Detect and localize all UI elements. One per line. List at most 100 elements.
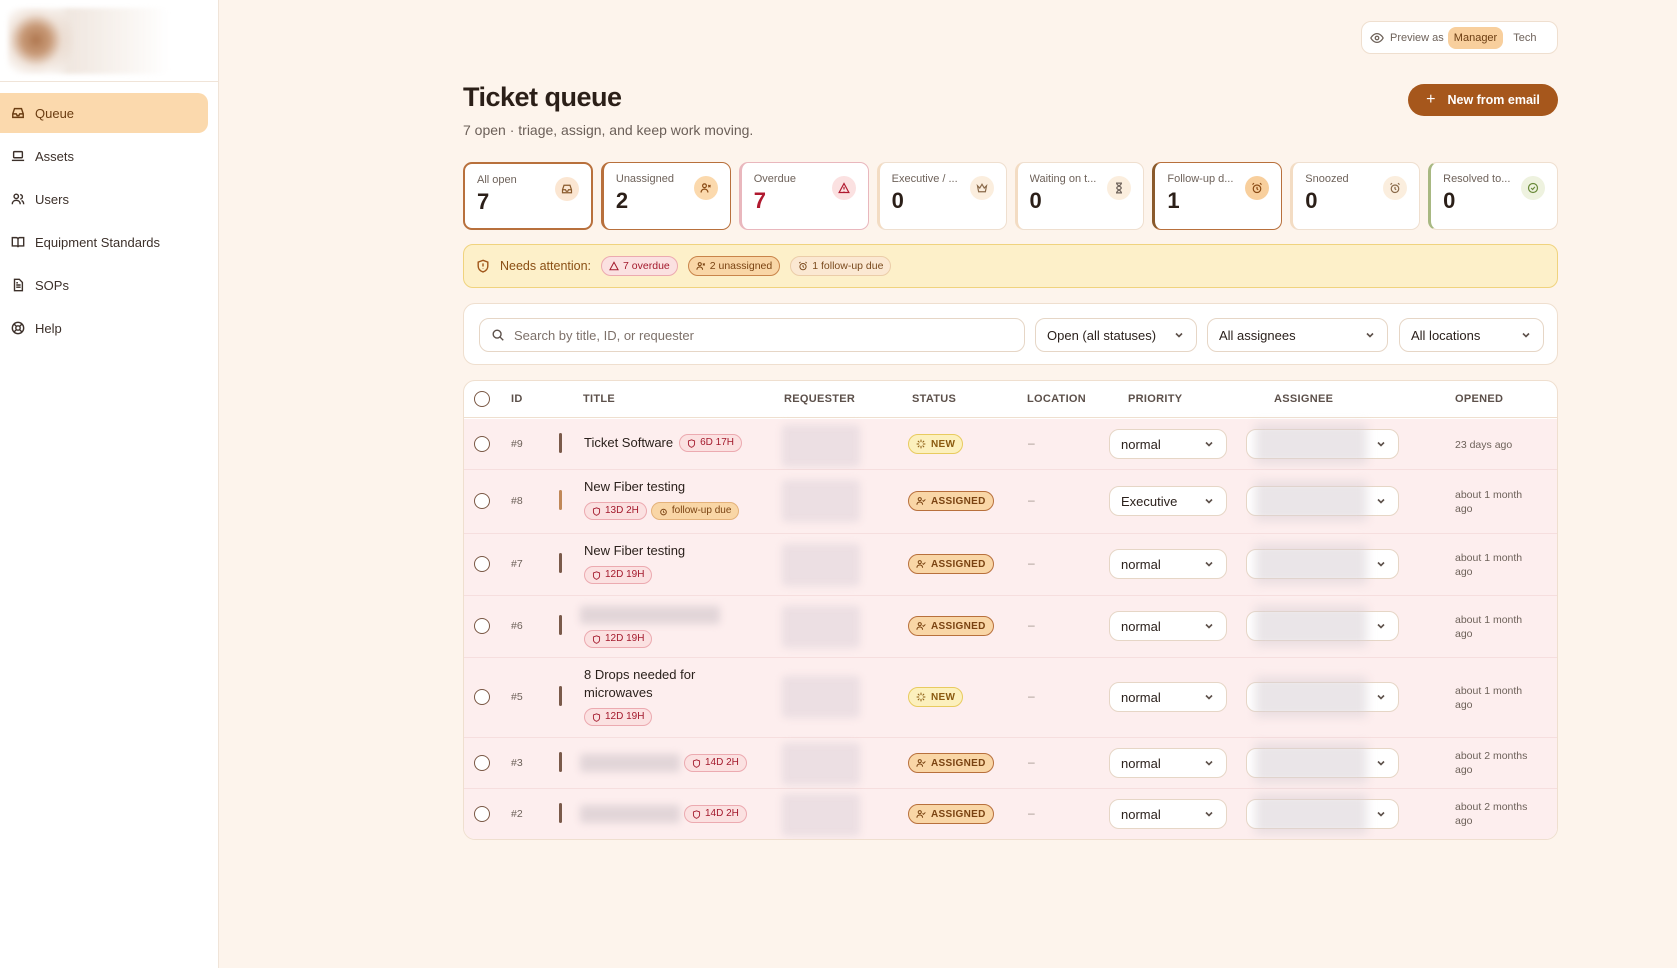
priority-select[interactable]: normal [1109,611,1227,641]
assignee-select[interactable] [1246,481,1399,521]
ticket-table: ID TITLE REQUESTER STATUS LOCATION PRIOR… [463,380,1558,840]
ticket-title-cell[interactable]: New Fiber testing 12D 19H [584,542,685,584]
column-header-status[interactable]: STATUS [912,393,956,405]
assignee-filter-select[interactable]: All assignees [1207,318,1388,352]
shield-icon [592,634,601,644]
row-checkbox[interactable] [474,689,490,705]
alert-triangle-icon [609,261,619,271]
status-badge: ASSIGNED [908,491,994,511]
stat-card-overdue[interactable]: Overdue 7 [738,162,869,230]
table-row[interactable]: #9 Ticket Software 6D 17H NEW – normal 2… [464,419,1557,470]
priority-select[interactable]: normal [1109,429,1227,459]
sidebar-item-help[interactable]: Help [0,308,208,348]
assignee-select[interactable] [1246,743,1399,783]
sidebar-item-label: Queue [35,105,75,121]
ticket-title-redacted[interactable] [580,754,680,772]
user-x-icon [696,262,705,270]
ticket-title-redacted[interactable] [580,805,680,823]
column-header-location[interactable]: LOCATION [1027,393,1086,405]
status-badge: NEW [908,434,964,454]
priority-select[interactable]: normal [1109,799,1227,829]
opened-time: 23 days ago [1455,439,1513,451]
assignee-select[interactable] [1246,794,1399,834]
alarm-clock-icon [799,261,808,271]
stat-card-executive[interactable]: Executive / ... 0 [876,162,1007,230]
preview-as-toggle: Preview as Manager Tech [1361,21,1558,54]
sidebar-item-users[interactable]: Users [0,179,208,219]
location-filter-select[interactable]: All locations [1399,318,1544,352]
priority-select[interactable]: normal [1109,549,1227,579]
requester-redacted [782,544,860,586]
assignee-select[interactable] [1246,544,1399,584]
stat-label: Follow-up d... [1167,173,1234,185]
table-row[interactable]: #2 14D 2H ASSIGNED – normal about 2 mont… [464,789,1557,839]
ticket-title-cell: 14D 2H [684,805,747,824]
priority-bar [559,752,562,772]
column-header-requester[interactable]: REQUESTER [784,393,855,405]
new-from-email-button[interactable]: + New from email [1408,84,1558,116]
preview-option-manager[interactable]: Manager [1447,26,1504,49]
row-checkbox[interactable] [474,806,490,822]
row-checkbox[interactable] [474,436,490,452]
stat-card-unassigned[interactable]: Unassigned 2 [600,162,731,230]
follow-up-badge: follow-up due [650,502,740,520]
search-input[interactable]: Search by title, ID, or requester [479,318,1025,352]
sidebar-item-equipment-standards[interactable]: Equipment Standards [0,222,208,262]
assignee-select[interactable] [1246,424,1399,464]
ticket-title-cell[interactable]: 8 Drops needed for microwaves 12D 19H [584,666,734,726]
location-value: – [1028,689,1035,703]
ticket-title-cell[interactable]: Ticket Software 6D 17H [584,434,743,452]
ticket-title-cell[interactable]: New Fiber testing 13D 2H follow-up due [584,478,740,520]
stat-card-resolved[interactable]: Resolved to... 0 [1428,162,1558,230]
sidebar-item-sops[interactable]: SOPs [0,265,208,305]
status-badge: ASSIGNED [908,753,994,773]
priority-select[interactable]: Executive [1109,486,1227,516]
shield-icon [688,438,696,448]
location-value: – [1028,806,1035,820]
column-header-title[interactable]: TITLE [583,393,615,405]
table-row[interactable]: #7 New Fiber testing 12D 19H ASSIGNED – … [464,534,1557,596]
ticket-title: New Fiber testing [584,479,686,494]
assignee-select[interactable] [1246,677,1399,717]
row-checkbox[interactable] [474,755,490,771]
table-header: ID TITLE REQUESTER STATUS LOCATION PRIOR… [464,381,1557,418]
column-header-opened[interactable]: OPENED [1455,393,1503,405]
crown-icon [969,176,994,200]
assignee-redacted [1255,481,1367,521]
priority-select[interactable]: normal [1109,748,1227,778]
stat-label: Overdue [753,173,796,185]
assignee-select[interactable] [1246,606,1399,646]
sla-timer-badge: 6D 17H [679,434,743,452]
status-filter-select[interactable]: Open (all statuses) [1035,318,1197,352]
shield-icon [692,758,701,768]
table-row[interactable]: #6 12D 19H ASSIGNED – normal about 1 mon… [464,596,1557,658]
column-header-assignee[interactable]: ASSIGNEE [1274,393,1333,405]
stat-card-waiting[interactable]: Waiting on t... 0 [1014,162,1145,230]
table-row[interactable]: #5 8 Drops needed for microwaves 12D 19H… [464,658,1557,738]
column-header-id[interactable]: ID [511,393,523,405]
priority-select[interactable]: normal [1109,682,1227,712]
preview-option-tech[interactable]: Tech [1507,27,1542,49]
select-all-checkbox[interactable] [474,391,490,407]
follow-up-pill[interactable]: 1 follow-up due [790,256,892,276]
table-row[interactable]: #3 14D 2H ASSIGNED – normal about 2 mont… [464,738,1557,789]
table-row[interactable]: #8 New Fiber testing 13D 2H follow-up du… [464,470,1557,534]
stat-card-all-open[interactable]: All open 7 [463,162,593,230]
row-checkbox[interactable] [474,556,490,572]
logo[interactable] [8,8,168,74]
sidebar-item-assets[interactable]: Assets [0,136,208,176]
preview-label: Preview as [1390,31,1444,44]
pill-label: 7 overdue [623,260,670,272]
stat-card-snoozed[interactable]: Snoozed 0 [1290,162,1421,230]
unassigned-pill[interactable]: 2 unassigned [687,256,781,276]
row-checkbox[interactable] [474,618,490,634]
overdue-pill[interactable]: 7 overdue [601,256,678,276]
sidebar-item-queue[interactable]: Queue [0,93,208,133]
priority-value: normal [1121,689,1161,705]
row-checkbox[interactable] [474,493,490,509]
stat-card-follow-up[interactable]: Follow-up d... 1 [1152,162,1283,230]
status-text: NEW [931,691,956,703]
user-check-icon [916,759,926,767]
ticket-title-redacted[interactable] [580,606,720,624]
column-header-priority[interactable]: PRIORITY [1128,393,1182,405]
